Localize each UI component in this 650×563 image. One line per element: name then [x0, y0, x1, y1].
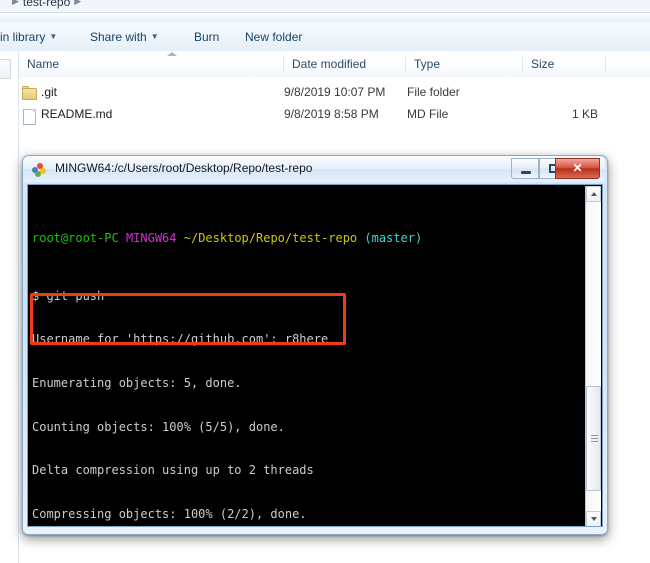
file-date-modified: 9/8/2019 10:07 PM: [284, 85, 386, 99]
breadcrumb-leading-arrow-icon: ▶: [12, 0, 19, 6]
grip-icon: [591, 435, 598, 442]
terminal-prompt-line: root@root-PC MINGW64 ~/Desktop/Repo/test…: [32, 231, 587, 246]
scroll-up-button[interactable]: [586, 186, 601, 202]
folder-icon: [21, 84, 37, 100]
terminal-line: Enumerating objects: 5, done.: [32, 376, 242, 391]
terminal-title: MINGW64:/c/Users/root/Desktop/Repo/test-…: [55, 161, 313, 175]
prompt-branch: (master): [364, 230, 423, 245]
file-type: MD File: [407, 107, 449, 121]
file-name[interactable]: .git: [41, 81, 57, 103]
chevron-down-icon: ▼: [49, 32, 58, 41]
file-type: File folder: [407, 85, 460, 99]
column-header-date-modified-label: Date modified: [292, 57, 367, 71]
terminal-scrollbar[interactable]: [585, 186, 601, 526]
file-icon: [21, 106, 37, 125]
mingw64-terminal-window[interactable]: MINGW64:/c/Users/root/Desktop/Repo/test-…: [22, 155, 608, 535]
sort-ascending-icon: [167, 52, 177, 56]
minimize-icon: [521, 171, 531, 174]
table-row[interactable]: .git 9/8/2019 10:07 PM File folder: [19, 81, 650, 103]
file-size: 1 KB: [571, 107, 598, 121]
close-icon: ✕: [572, 161, 583, 175]
address-bar[interactable]: ▶ test-repo ▶: [0, 0, 650, 13]
chevron-down-icon: ▼: [150, 32, 159, 41]
table-row[interactable]: README.md 9/8/2019 8:58 PM MD File 1 KB: [19, 103, 650, 125]
file-name[interactable]: README.md: [41, 103, 112, 125]
scroll-thumb[interactable]: [586, 386, 601, 491]
prompt-path: ~/Desktop/Repo/test-repo: [183, 230, 358, 245]
red-highlight-box: [30, 293, 346, 345]
column-header-type[interactable]: Type: [406, 51, 523, 77]
column-header-row: Name Date modified Type Size: [19, 51, 650, 78]
minimize-button[interactable]: [511, 158, 539, 179]
terminal-line: Compressing objects: 100% (2/2), done.: [32, 507, 307, 522]
file-date-modified: 9/8/2019 8:58 PM: [284, 107, 379, 121]
terminal-console[interactable]: root@root-PC MINGW64 ~/Desktop/Repo/test…: [27, 184, 603, 527]
terminal-line: Counting objects: 100% (5/5), done.: [32, 419, 285, 434]
column-header-name[interactable]: Name: [19, 51, 283, 77]
column-header-size-label: Size: [531, 57, 555, 71]
breadcrumb[interactable]: ▶ test-repo ▶: [8, 0, 85, 9]
chevron-down-icon: [591, 517, 597, 521]
breadcrumb-trailing-arrow-icon[interactable]: ▶: [70, 0, 85, 6]
terminal-output: root@root-PC MINGW64 ~/Desktop/Repo/test…: [32, 187, 587, 526]
navigation-pane-handle[interactable]: [0, 59, 11, 79]
chevron-up-icon: [591, 192, 597, 196]
file-size: [524, 81, 598, 103]
new-folder-button[interactable]: New folder: [241, 27, 306, 47]
share-with-button[interactable]: Share with ▼: [86, 27, 163, 47]
column-divider[interactable]: [605, 55, 606, 73]
column-header-date-modified[interactable]: Date modified: [284, 51, 406, 77]
terminal-title-bar[interactable]: MINGW64:/c/Users/root/Desktop/Repo/test-…: [23, 156, 605, 182]
new-folder-label: New folder: [245, 30, 303, 44]
git-bash-icon: [32, 163, 46, 177]
prompt-shell: MINGW64: [125, 230, 177, 245]
burn-button[interactable]: Burn: [190, 27, 223, 47]
column-header-type-label: Type: [414, 57, 441, 71]
include-in-library-button[interactable]: e in library▼: [0, 27, 61, 47]
breadcrumb-item-test-repo[interactable]: test-repo: [23, 0, 70, 9]
column-header-size[interactable]: Size: [523, 51, 605, 77]
scroll-down-button[interactable]: [586, 511, 601, 526]
include-in-library-label: e in library: [0, 30, 46, 44]
prompt-user: root@root-PC: [32, 230, 119, 245]
command-bar: e in library▼ Share with▼ Burn New folde…: [0, 22, 650, 52]
share-with-label: Share with: [90, 30, 147, 44]
close-button[interactable]: ✕: [555, 158, 600, 179]
burn-label: Burn: [194, 30, 220, 44]
file-list: .git 9/8/2019 10:07 PM File folder READM…: [19, 77, 650, 131]
navigation-pane[interactable]: [0, 51, 19, 563]
terminal-line: Delta compression using up to 2 threads: [32, 463, 314, 478]
column-header-name-label: Name: [27, 57, 60, 71]
